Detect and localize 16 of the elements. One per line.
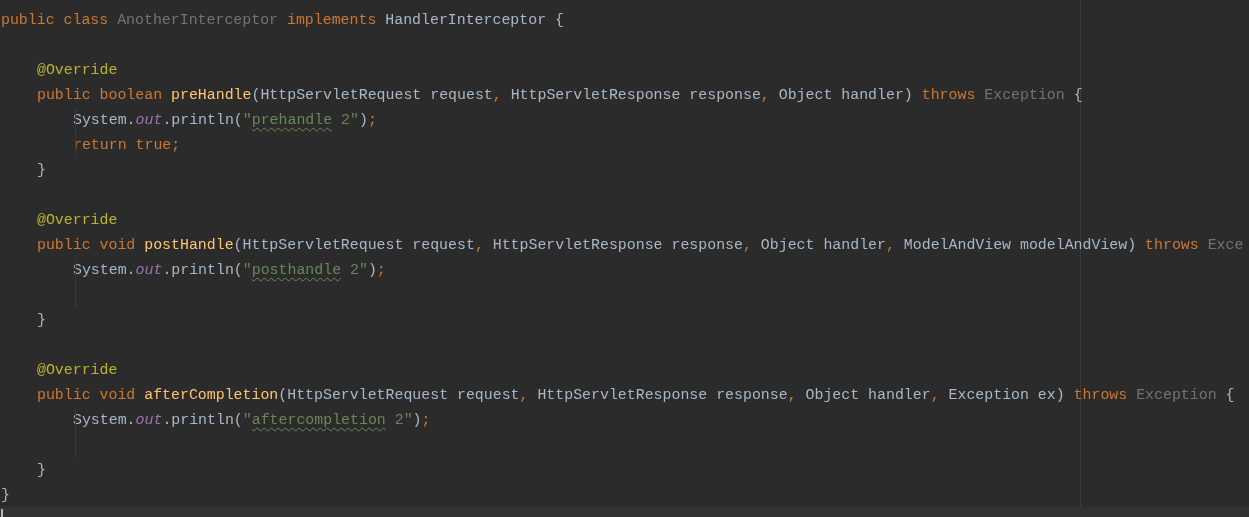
code-line: System.out.println("posthandle 2");: [72, 261, 386, 280]
code-line: }: [36, 461, 46, 480]
code-line: System.out.println("prehandle 2");: [72, 111, 377, 130]
code-line: @Override: [36, 61, 118, 80]
code-line: @Override: [36, 211, 118, 230]
code-line: System.out.println("aftercompletion 2");: [72, 411, 431, 430]
code-line: public boolean preHandle(HttpServletRequest request, HttpServletResponse response, Object handler) throws Exception {: [36, 86, 1083, 105]
code-editor[interactable]: [0, 0, 1249, 517]
code-line: }: [36, 311, 46, 330]
code-line: public class AnotherInterceptor implements HandlerInterceptor {: [0, 11, 564, 30]
code-line: }: [36, 161, 46, 180]
code-line: public void afterCompletion(HttpServletRequest request, HttpServletResponse response, Object handler, Exception ex) throws Exception {: [36, 386, 1235, 405]
code-line: @Override: [36, 361, 118, 380]
text-cursor: [1, 509, 3, 517]
code-line: public void postHandle(HttpServletRequest request, HttpServletResponse response, Object handler, ModelAndView modelAndView) throws Exce: [36, 236, 1244, 255]
code-line: }: [0, 486, 10, 505]
